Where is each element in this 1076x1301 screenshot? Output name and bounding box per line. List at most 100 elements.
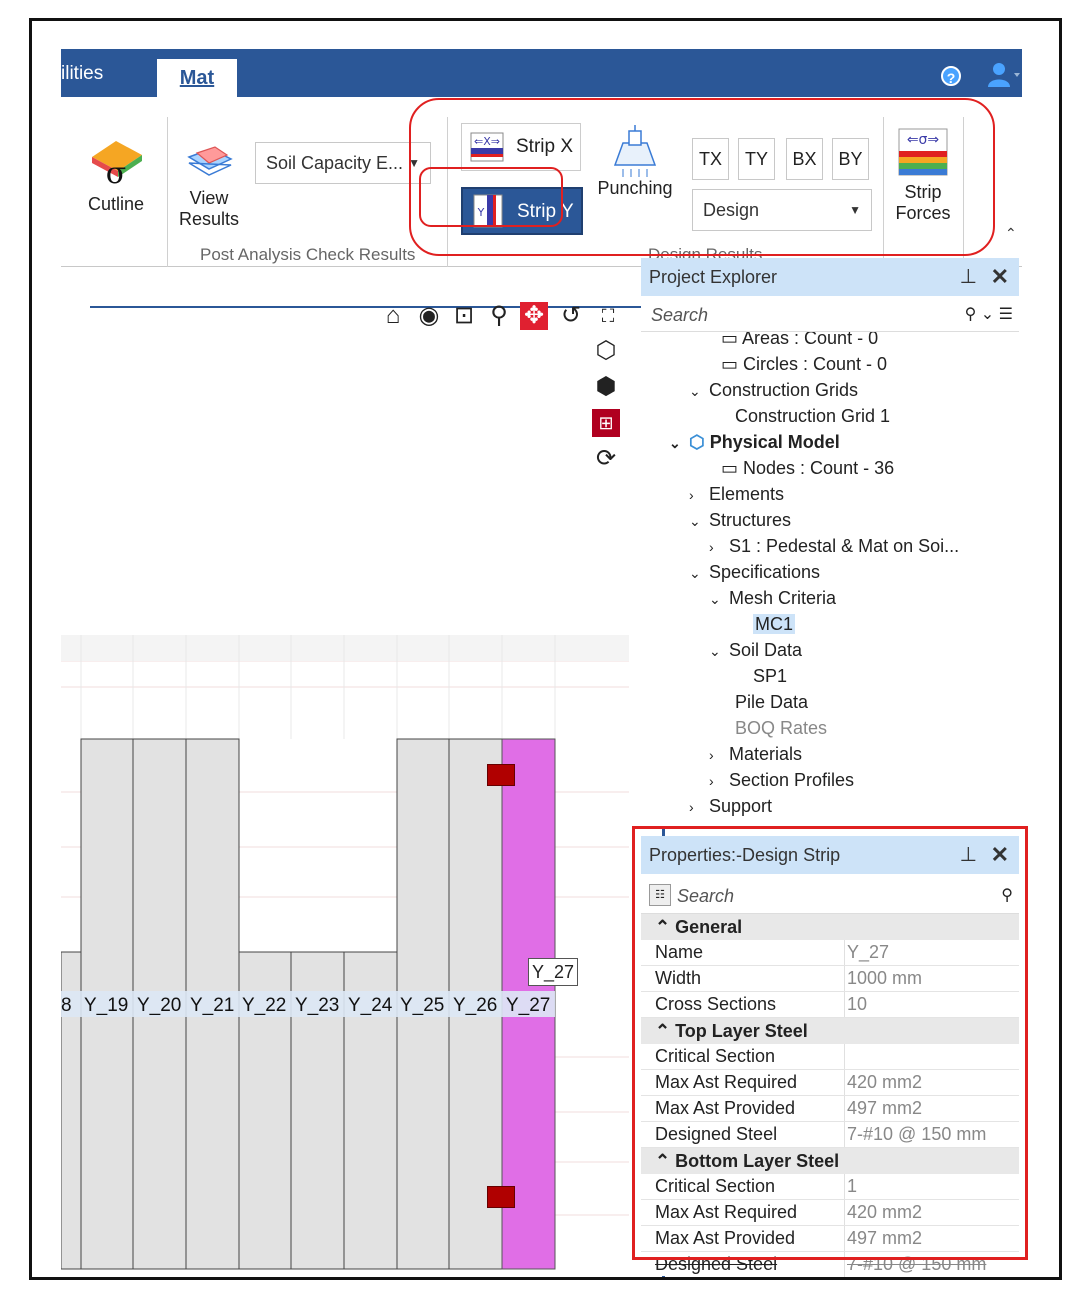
chevron-right-icon[interactable]: ›	[709, 747, 729, 763]
post-analysis-group-label: Post Analysis Check Results	[200, 245, 416, 264]
ribbon-collapse-icon[interactable]: ⌃	[1005, 225, 1017, 242]
soil-capacity-dropdown[interactable]: Soil Capacity E... ▼	[255, 142, 431, 184]
chevron-down-icon[interactable]: ⌄	[669, 435, 689, 452]
tree-item[interactable]: SP1	[753, 666, 787, 687]
tree-item-selected[interactable]: MC1	[753, 614, 796, 635]
home-view-icon[interactable]: ⌂	[379, 302, 407, 330]
project-explorer-panel: Project Explorer ⊥ ✕ Search ⚲ ⌄ ☰ ▭ Area…	[641, 258, 1019, 828]
tree-item-label: Circles : Count - 0	[743, 354, 888, 374]
tree-item-label: Elements	[709, 484, 785, 504]
strip-label[interactable]: Y_19	[84, 995, 128, 1017]
tree-item[interactable]: Pile Data	[735, 692, 808, 713]
tree-item[interactable]: ⌄ Mesh Criteria	[709, 588, 836, 609]
tree-item[interactable]: › Elements	[689, 484, 784, 505]
tree-item-label: Nodes : Count - 36	[743, 458, 895, 478]
view-results-label-2: Results	[178, 209, 240, 229]
strip-label: 8	[61, 995, 72, 1016]
strip-label[interactable]: Y_21	[190, 995, 234, 1017]
tree-item-label: Construction Grid 1	[735, 406, 891, 426]
close-icon[interactable]: ✕	[991, 258, 1009, 296]
tree-item[interactable]: ⌄ ⬡ Physical Model	[669, 432, 840, 453]
tree-item[interactable]: ⌄ Construction Grids	[689, 380, 858, 401]
physical-model-icon: ⬡	[689, 432, 710, 452]
view-results-label-1: View	[189, 188, 229, 208]
tab-mat[interactable]: Mat	[157, 59, 237, 99]
ribbon-tab-bar: ilities Mat ?	[61, 49, 1022, 99]
svg-text:σ: σ	[106, 156, 126, 185]
tree-item[interactable]: BOQ Rates	[735, 718, 827, 739]
pan-icon[interactable]: ✥	[520, 302, 548, 330]
tree-item[interactable]: › Materials	[709, 744, 802, 765]
chevron-right-icon[interactable]: ›	[709, 773, 729, 789]
tree-item[interactable]: ⌄ Structures	[689, 510, 791, 531]
annotation-properties-box	[632, 826, 1028, 1260]
cutline-icon: σ	[92, 141, 142, 191]
pin-icon[interactable]: ⊥	[960, 258, 977, 296]
zoom-icon[interactable]: ⚲	[485, 302, 513, 330]
soil-capacity-value: Soil Capacity E...	[266, 153, 404, 173]
pedestal-marker[interactable]	[487, 1186, 515, 1208]
tree-item[interactable]: › S1 : Pedestal & Mat on Soi...	[709, 536, 959, 557]
tree-item-label: Materials	[729, 744, 803, 764]
tree-item-label: Physical Model	[709, 432, 840, 452]
app-window: ilities Mat ? σ Cutline View Results Soi…	[29, 18, 1062, 1280]
chevron-down-icon[interactable]: ⌄	[689, 513, 709, 530]
tree-item-label: Mesh Criteria	[729, 588, 837, 608]
tree-item[interactable]: › Support	[689, 796, 772, 817]
tree-item-label: SP1	[753, 666, 788, 686]
tree-item[interactable]: ▭ Areas : Count - 0	[721, 332, 878, 349]
strip-label[interactable]: Y_24	[348, 995, 392, 1017]
refresh-icon[interactable]: ⟳	[592, 445, 620, 473]
strip-label[interactable]: Y_25	[400, 995, 444, 1017]
fit-view-icon[interactable]: ⛶	[594, 302, 622, 330]
tree-item-label: MC1	[753, 614, 796, 634]
explorer-search-input[interactable]: Search ⚲ ⌄ ☰	[641, 298, 1019, 332]
chevron-down-icon[interactable]: ⌄	[689, 383, 709, 400]
snap-icon[interactable]: ⊞	[592, 409, 620, 437]
tree-item-label: S1 : Pedestal & Mat on Soi...	[729, 536, 960, 556]
tree-item-label: Soil Data	[729, 640, 803, 660]
tree-item[interactable]: › Section Profiles	[709, 770, 854, 791]
strip-label[interactable]: Y_26	[453, 995, 497, 1017]
chevron-right-icon[interactable]: ›	[689, 487, 709, 503]
tree-item-label: Areas : Count - 0	[742, 332, 879, 348]
chevron-right-icon[interactable]: ›	[709, 539, 729, 555]
strip-label[interactable]: Y_22	[242, 995, 286, 1017]
tree-item[interactable]: ▭ Circles : Count - 0	[721, 354, 887, 375]
help-icon[interactable]: ?	[941, 66, 961, 86]
strip-label[interactable]: Y_20	[137, 995, 181, 1017]
tree-item-label: BOQ Rates	[735, 718, 828, 738]
tree-item[interactable]: ⌄ Soil Data	[709, 640, 802, 661]
tree-item-label: Support	[709, 796, 773, 816]
zoom-window-icon[interactable]: ⊡	[450, 302, 478, 330]
select-icon[interactable]: ⬡	[592, 337, 620, 365]
look-icon[interactable]: ◉	[415, 302, 443, 330]
chevron-down-icon[interactable]: ⌄	[689, 565, 709, 582]
user-icon[interactable]	[987, 61, 1021, 89]
tree-item[interactable]: ▭ Nodes : Count - 36	[721, 458, 894, 479]
chevron-down-icon[interactable]: ⌄	[709, 643, 729, 660]
tree-item-label: Construction Grids	[709, 380, 859, 400]
tree-item-label: Section Profiles	[729, 770, 855, 790]
cutline-label: Cutline	[87, 194, 145, 214]
view-results-button[interactable]: View Results	[173, 143, 245, 230]
strip-label[interactable]: Y_23	[295, 995, 339, 1017]
tree-item[interactable]: Construction Grid 1	[735, 406, 890, 427]
chevron-down-icon[interactable]: ⌄	[709, 591, 729, 608]
tree-item-label: Structures	[709, 510, 792, 530]
strip-label-selected[interactable]: Y_27	[506, 995, 550, 1017]
annotation-strip-y	[419, 167, 563, 227]
rotate-icon[interactable]: ↺	[557, 302, 585, 330]
chevron-right-icon[interactable]: ›	[689, 799, 709, 815]
cutline-button[interactable]: σ Cutline	[81, 137, 151, 215]
model-canvas[interactable]	[61, 617, 629, 1277]
strip-tooltip: Y_27	[528, 958, 578, 986]
explorer-search-placeholder: Search	[651, 305, 709, 325]
tree-item[interactable]: ⌄ Specifications	[689, 562, 820, 583]
pedestal-marker[interactable]	[487, 764, 515, 786]
search-options-icon[interactable]: ⚲ ⌄ ☰	[965, 298, 1013, 332]
tree-item-label: Pile Data	[735, 692, 809, 712]
tab-utilities[interactable]: ilities	[61, 63, 103, 85]
tree-item-label: Specifications	[709, 562, 821, 582]
select-3d-icon[interactable]: ⬢	[592, 373, 620, 401]
